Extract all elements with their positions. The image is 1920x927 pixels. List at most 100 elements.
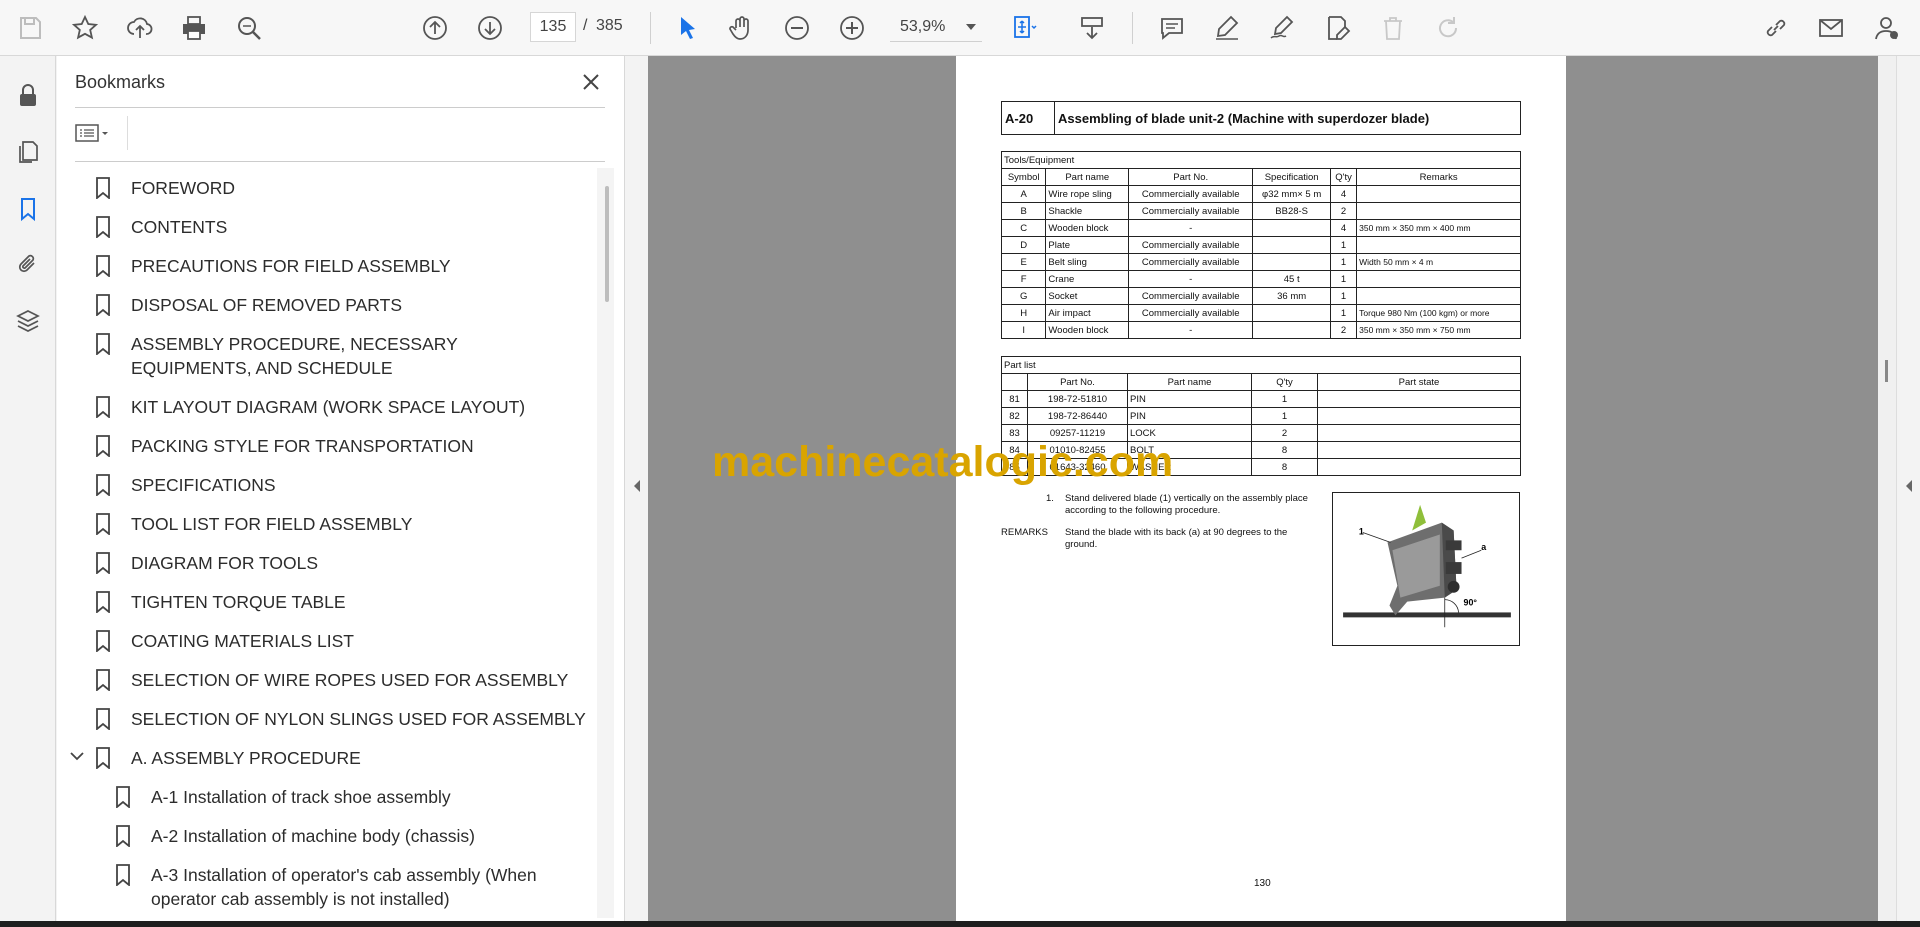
table-cell: 45 t xyxy=(1252,270,1332,288)
column-header: Symbol xyxy=(1000,168,1047,186)
zoom-level-select[interactable]: 53,9% xyxy=(890,12,982,42)
bookmark-item[interactable]: DISPOSAL OF REMOVED PARTS xyxy=(95,293,402,317)
bookmark-label: SELECTION OF NYLON SLINGS USED FOR ASSEM… xyxy=(131,709,586,729)
bookmark-child-item[interactable]: A-2 Installation of machine body (chassi… xyxy=(115,824,475,848)
previous-page-icon[interactable] xyxy=(415,8,455,48)
star-icon[interactable] xyxy=(65,8,105,48)
bookmark-item[interactable]: FOREWORD xyxy=(95,176,235,200)
attachments-icon[interactable] xyxy=(10,246,46,282)
bookmark-icon xyxy=(96,552,110,574)
bottom-edge xyxy=(0,921,1920,927)
collapse-right-pane-button[interactable] xyxy=(1896,56,1920,921)
lock-icon[interactable] xyxy=(10,78,46,114)
bookmark-icon xyxy=(116,825,130,847)
bookmark-label: TIGHTEN TORQUE TABLE xyxy=(131,592,346,612)
bookmark-item[interactable]: DIAGRAM FOR TOOLS xyxy=(95,551,318,575)
zoom-out-icon[interactable] xyxy=(777,8,817,48)
table-cell: 8 xyxy=(1251,441,1318,459)
table-cell: Wooden block xyxy=(1045,219,1130,237)
table-cell: 350 mm × 350 mm × 750 mm xyxy=(1356,321,1521,339)
table-cell: 198-72-86440 xyxy=(1027,407,1128,425)
bookmark-item[interactable]: PACKING STYLE FOR TRANSPORTATION xyxy=(95,434,474,458)
pdf-page: A-20 Assembling of blade unit-2 (Machine… xyxy=(956,56,1566,921)
bookmark-item[interactable]: SPECIFICATIONS xyxy=(95,473,276,497)
bookmark-icon xyxy=(96,216,110,238)
bookmark-label: TOOL LIST FOR FIELD ASSEMBLY xyxy=(131,514,413,534)
bookmark-item[interactable]: TIGHTEN TORQUE TABLE xyxy=(95,590,346,614)
bookmark-item[interactable]: ASSEMBLY PROCEDURE, NECESSARY EQUIPMENTS… xyxy=(95,332,575,380)
email-icon[interactable] xyxy=(1811,8,1851,48)
table-cell: C xyxy=(1000,219,1047,237)
zoom-in-icon[interactable] xyxy=(832,8,872,48)
table-row: E Belt sling Commercially available 1 Width … xyxy=(1000,253,1521,271)
redo-icon[interactable] xyxy=(1428,8,1468,48)
scroll-mode-icon[interactable] xyxy=(1072,8,1112,48)
delete-icon[interactable] xyxy=(1373,8,1413,48)
bookmark-item[interactable]: SELECTION OF WIRE ROPES USED FOR ASSEMBL… xyxy=(95,668,568,692)
bookmark-item[interactable]: COATING MATERIALS LIST xyxy=(95,629,354,653)
panel-title: Bookmarks xyxy=(75,72,166,92)
bookmark-options-button[interactable] xyxy=(75,118,119,148)
next-page-icon[interactable] xyxy=(470,8,510,48)
fit-page-icon[interactable] xyxy=(1003,8,1043,48)
bookmark-label: ASSEMBLY PROCEDURE, NECESSARY EQUIPMENTS… xyxy=(131,334,458,378)
bookmark-panel-icon[interactable] xyxy=(10,191,46,227)
table-cell: 350 mm × 350 mm × 400 mm xyxy=(1356,219,1521,237)
layers-icon[interactable] xyxy=(10,303,46,339)
page-thumbnails-icon[interactable] xyxy=(10,134,46,170)
bookmark-child-item[interactable]: A-3 Installation of operator's cab assem… xyxy=(115,863,555,911)
zoom-level-value: 53,9% xyxy=(900,18,946,35)
page-number-input[interactable]: 135 xyxy=(530,12,576,42)
column-header: Specification xyxy=(1252,168,1332,186)
table-cell: Plate xyxy=(1045,236,1130,254)
bookmark-label: CONTENTS xyxy=(131,217,228,237)
bookmark-item-expanded[interactable]: A. ASSEMBLY PROCEDURE xyxy=(70,746,361,770)
table-cell: - xyxy=(1128,321,1254,339)
bookmark-icon xyxy=(96,255,110,277)
comment-icon[interactable] xyxy=(1152,8,1192,48)
print-icon[interactable] xyxy=(174,8,214,48)
table-cell: Width 50 mm × 4 m xyxy=(1356,253,1521,271)
divider xyxy=(75,161,605,162)
table-cell: φ32 mm× 5 m xyxy=(1252,185,1332,203)
table-row: F Crane -45 t1 xyxy=(1000,270,1521,288)
remarks-text: Stand the blade with its back (a) at 90 … xyxy=(1065,527,1288,550)
sign-icon[interactable] xyxy=(1262,8,1302,48)
share-link-icon[interactable] xyxy=(1756,8,1796,48)
close-icon[interactable] xyxy=(577,68,605,96)
document-scrollbar-thumb[interactable] xyxy=(1885,360,1888,382)
bookmark-icon xyxy=(96,513,110,535)
table-cell: 4 xyxy=(1330,185,1358,203)
collapse-panel-button[interactable] xyxy=(626,56,648,921)
remarks-item: REMARKS Stand the blade with its back (a… xyxy=(1001,527,1321,551)
blade-figure: 1 a 90° xyxy=(1332,492,1520,646)
table-cell: B xyxy=(1000,202,1047,220)
bookmark-item[interactable]: TOOL LIST FOR FIELD ASSEMBLY xyxy=(95,512,412,536)
document-scrollbar[interactable] xyxy=(1878,56,1896,921)
highlight-icon[interactable] xyxy=(1207,8,1247,48)
account-icon[interactable] xyxy=(1866,8,1906,48)
bookmark-icon xyxy=(96,591,110,613)
caret-left-icon xyxy=(1906,480,1912,492)
bookmark-scrollbar-thumb[interactable] xyxy=(605,186,609,302)
column-header: Q'ty xyxy=(1330,168,1358,186)
bookmark-icon xyxy=(96,435,110,457)
select-cursor-icon[interactable] xyxy=(667,8,707,48)
table-cell: 81 xyxy=(1001,390,1028,408)
bookmark-child-item[interactable]: A-1 Installation of track shoe assembly xyxy=(115,785,451,809)
table-cell: 8 xyxy=(1251,458,1318,476)
find-icon[interactable] xyxy=(229,8,269,48)
bookmark-item[interactable]: SELECTION OF NYLON SLINGS USED FOR ASSEM… xyxy=(95,707,586,731)
table-header-row: Symbol Part name Part No. Specification Q'ty… xyxy=(1000,168,1521,186)
bookmark-item[interactable]: PRECAUTIONS FOR FIELD ASSEMBLY xyxy=(95,254,451,278)
table-cell xyxy=(1317,458,1521,476)
bookmark-item[interactable]: KIT LAYOUT DIAGRAM (WORK SPACE LAYOUT) xyxy=(95,395,525,419)
save-icon[interactable] xyxy=(10,8,50,48)
table-row: H Air impact Commercially available 1 Torque… xyxy=(1000,304,1521,322)
chevron-down-icon[interactable] xyxy=(69,748,85,764)
bookmark-item[interactable]: CONTENTS xyxy=(95,215,227,239)
table-cell: Commercially available xyxy=(1128,202,1254,220)
hand-tool-icon[interactable] xyxy=(722,8,762,48)
edit-document-icon[interactable] xyxy=(1317,8,1357,48)
upload-icon[interactable] xyxy=(120,8,160,48)
